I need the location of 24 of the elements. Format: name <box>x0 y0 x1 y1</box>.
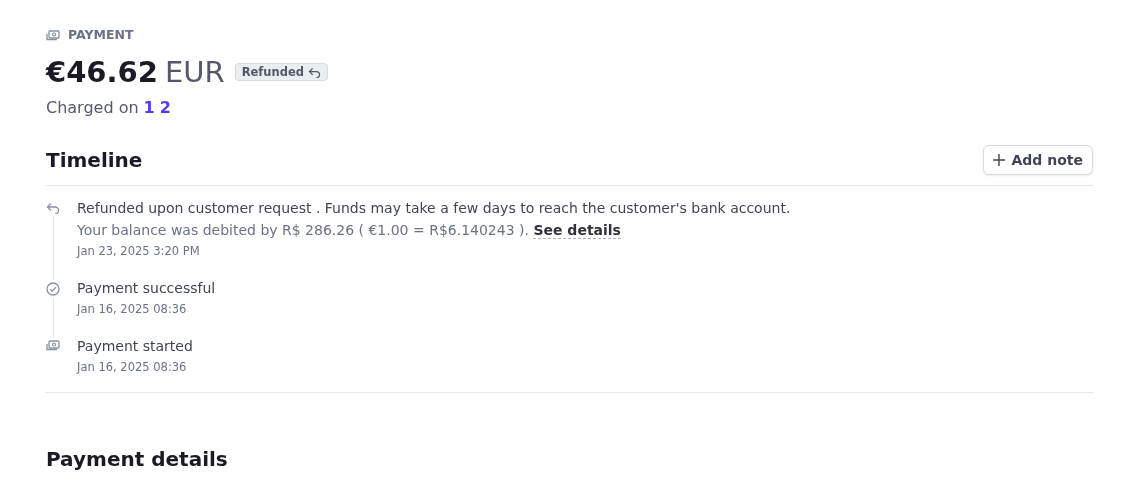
section-label: PAYMENT <box>68 26 134 42</box>
event-time: Jan 23, 2025 3:20 PM <box>77 244 201 258</box>
section-title: Payment details <box>46 447 229 471</box>
payment-amount: €46.62 <box>46 55 158 89</box>
return-arrow-icon <box>46 202 60 214</box>
charge-link[interactable]: 2 <box>159 98 171 117</box>
event-title: Refunded upon customer request . Funds may take a few days to reach the customer's bank account. <box>77 199 791 218</box>
event-time: Jan 16, 2025 08:36 <box>77 360 188 374</box>
banknote-icon <box>46 30 60 42</box>
return-arrow-icon <box>307 66 321 78</box>
status-badge: Refunded <box>234 63 328 81</box>
charged-label: Charged on <box>46 98 139 117</box>
event-detail: Your balance was debited by R$ 286.26 ( €1.00 = R$6.140243 ). See details <box>77 221 622 241</box>
see-details-link[interactable]: See details <box>533 222 621 239</box>
charge-link[interactable]: 1 <box>143 98 155 117</box>
currency-code: EUR <box>164 55 225 89</box>
check-circle-icon <box>46 282 60 296</box>
section-title: Timeline <box>46 148 143 172</box>
event-title: Payment started <box>77 337 193 356</box>
event-title: Payment successful <box>77 279 216 298</box>
banknote-icon <box>46 340 60 352</box>
event-time: Jan 16, 2025 08:36 <box>77 302 188 316</box>
add-note-button[interactable]: Add note <box>983 145 1093 175</box>
plus-icon <box>993 154 1006 166</box>
